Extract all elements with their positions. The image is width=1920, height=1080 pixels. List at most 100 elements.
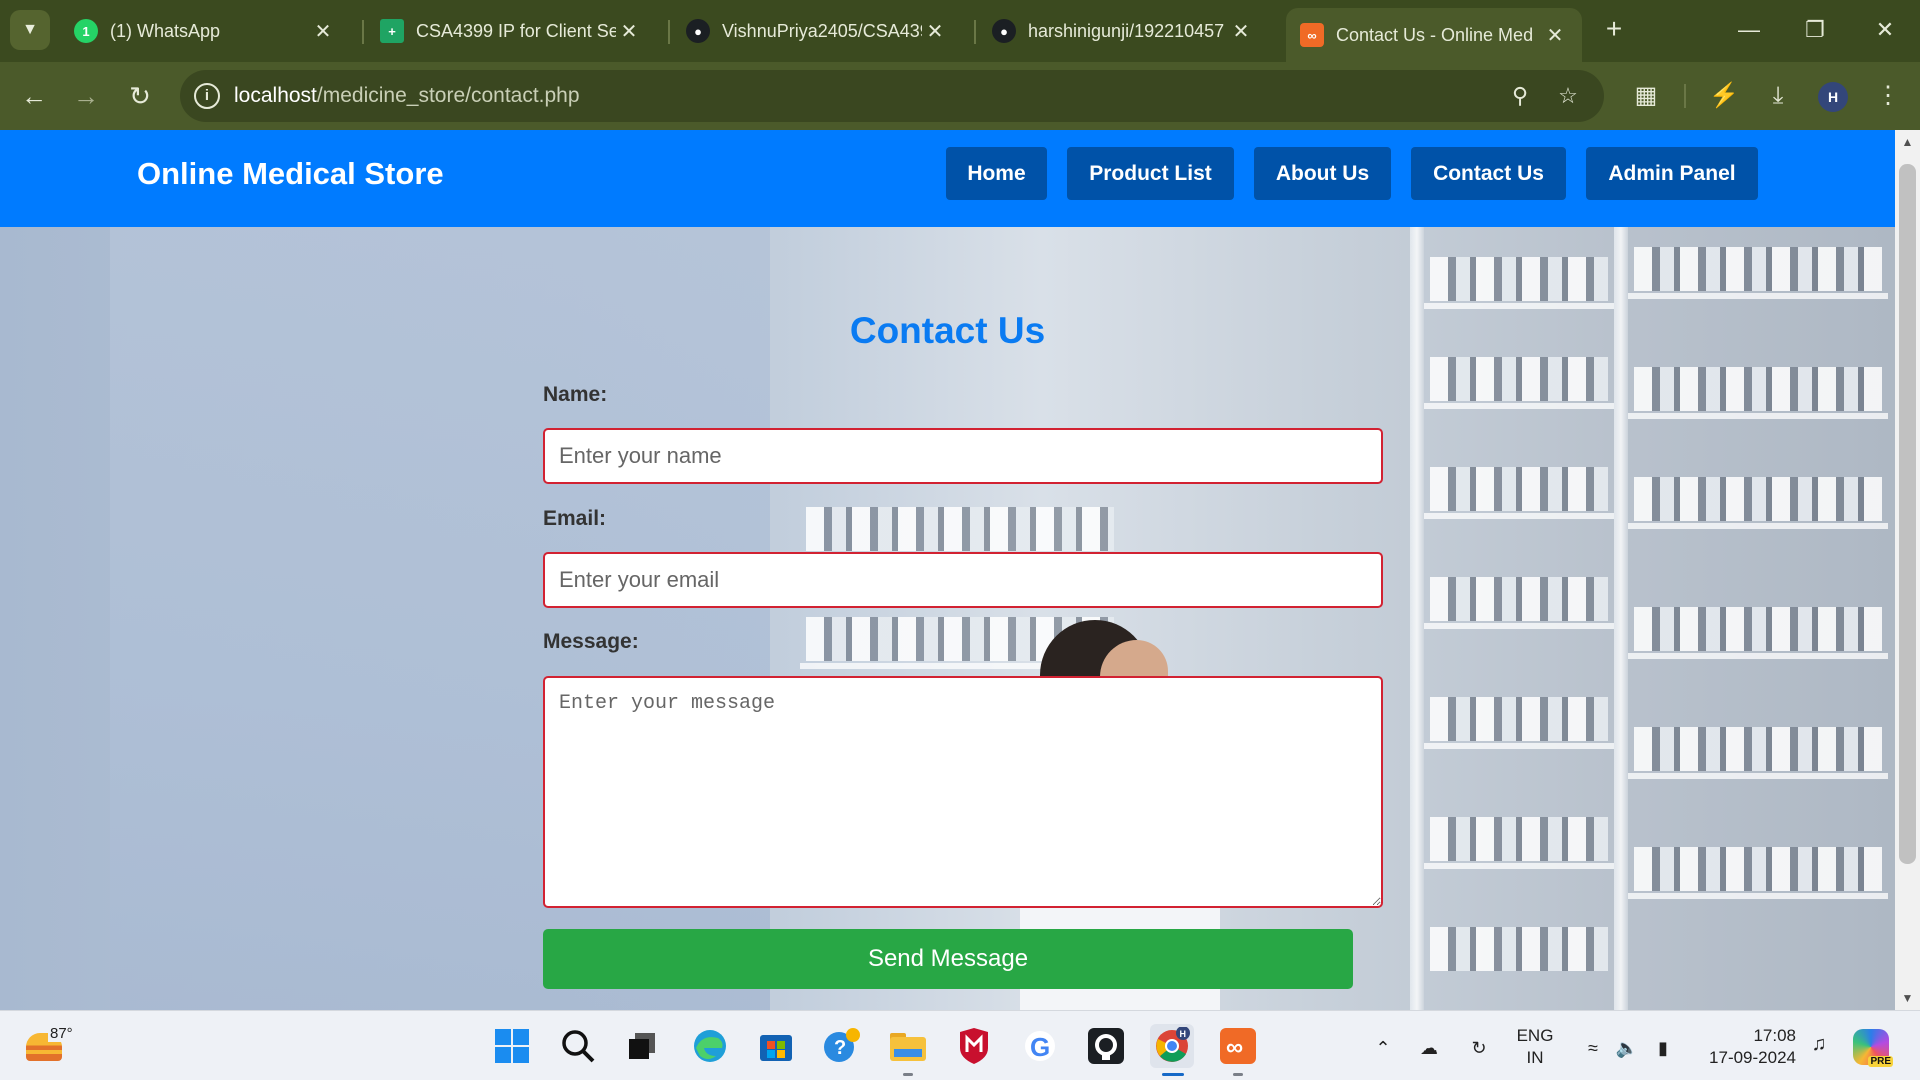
- message-textarea[interactable]: [543, 676, 1383, 908]
- wifi-icon[interactable]: ≈: [1580, 1035, 1606, 1061]
- tab-separator: [362, 20, 364, 44]
- notification-bell-icon[interactable]: ♫: [1806, 1033, 1832, 1059]
- menu-kebab-icon[interactable]: ⋮: [1868, 76, 1908, 116]
- nav-about-us-button[interactable]: About Us: [1254, 147, 1391, 200]
- system-clock[interactable]: 17:08 17-09-2024: [1696, 1025, 1796, 1069]
- new-tab-plus-icon[interactable]: +: [1598, 14, 1630, 46]
- tab-title: VishnuPriya2405/CSA439: [722, 20, 922, 41]
- whatsapp-icon: 1: [74, 19, 98, 43]
- github-icon: ●: [992, 19, 1016, 43]
- file-explorer-icon[interactable]: [886, 1024, 930, 1076]
- region-code: IN: [1526, 1048, 1544, 1067]
- extensions-icon[interactable]: ▦: [1626, 76, 1666, 116]
- active-indicator: [1162, 1073, 1184, 1076]
- name-label: Name:: [543, 383, 608, 406]
- weather-temperature: 87°: [48, 1025, 75, 1042]
- close-icon[interactable]: ✕: [310, 19, 336, 44]
- bookmark-star-icon[interactable]: ☆: [1552, 80, 1584, 112]
- tab-title: (1) WhatsApp: [110, 20, 221, 41]
- svg-text:?: ?: [834, 1037, 846, 1059]
- scroll-down-arrow-icon[interactable]: ▼: [1895, 986, 1920, 1010]
- reload-icon[interactable]: ↻: [120, 76, 160, 116]
- edge-icon[interactable]: [688, 1024, 732, 1068]
- windows-taskbar: 87° ? G H ∞ ⌃ ☁ ↻ ENG IN ≈ �: [0, 1010, 1920, 1080]
- copilot-preview-badge: PRE: [1868, 1056, 1893, 1067]
- browser-toolbar: ← → ↻ i localhost/medicine_store/contact…: [0, 62, 1920, 130]
- tab-contact-us[interactable]: ∞ Contact Us - Online Med ✕: [1286, 8, 1582, 62]
- minimize-icon[interactable]: —: [1722, 8, 1776, 52]
- page-scrollbar[interactable]: ▲ ▼: [1895, 130, 1920, 1010]
- nav-admin-panel-button[interactable]: Admin Panel: [1586, 147, 1758, 200]
- url-host: localhost: [234, 84, 317, 107]
- grammarly-icon[interactable]: G: [1018, 1024, 1062, 1068]
- running-indicator: [1233, 1073, 1243, 1076]
- svg-text:G: G: [1030, 1032, 1050, 1062]
- tab-separator: [974, 20, 976, 44]
- weather-widget[interactable]: 87°: [26, 1025, 86, 1069]
- volume-icon[interactable]: 🔈: [1614, 1035, 1640, 1061]
- url-path: /medicine_store/contact.php: [316, 84, 580, 107]
- site-navbar: Online Medical Store Home Product List A…: [0, 130, 1895, 227]
- restore-icon[interactable]: ❐: [1788, 8, 1842, 52]
- browser-tabstrip: ▼ 1 (1) WhatsApp ✕ + CSA4399 IP for Clie…: [0, 0, 1920, 62]
- forward-arrow-icon[interactable]: →: [66, 76, 106, 116]
- profile-avatar[interactable]: H: [1818, 82, 1848, 112]
- svg-text:H: H: [1180, 1029, 1187, 1039]
- mcafee-icon[interactable]: [952, 1024, 996, 1068]
- zoom-icon[interactable]: ⚲: [1504, 80, 1536, 112]
- email-input[interactable]: [543, 552, 1383, 608]
- send-message-button[interactable]: Send Message: [543, 929, 1353, 989]
- tab-whatsapp[interactable]: 1 (1) WhatsApp ✕: [60, 8, 350, 54]
- name-input[interactable]: [543, 428, 1383, 484]
- download-icon[interactable]: ⤓: [1758, 76, 1798, 116]
- site-info-icon[interactable]: i: [194, 83, 220, 109]
- email-label: Email:: [543, 507, 607, 530]
- scroll-up-arrow-icon[interactable]: ▲: [1895, 130, 1920, 154]
- sync-icon[interactable]: ↻: [1466, 1035, 1492, 1061]
- nav-product-list-button[interactable]: Product List: [1067, 147, 1234, 200]
- tray-chevron-up-icon[interactable]: ⌃: [1370, 1035, 1396, 1061]
- close-icon[interactable]: ✕: [1228, 19, 1254, 44]
- close-icon[interactable]: ✕: [1542, 23, 1568, 48]
- back-arrow-icon[interactable]: ←: [14, 76, 54, 116]
- tab-title: harshinigunji/192210457: [1028, 20, 1225, 41]
- xampp-icon: ∞: [1300, 23, 1324, 47]
- nav-contact-us-button[interactable]: Contact Us: [1411, 147, 1566, 200]
- window-close-icon[interactable]: ✕: [1858, 8, 1912, 52]
- tab-title: Contact Us - Online Med: [1336, 24, 1534, 45]
- onedrive-cloud-icon[interactable]: ☁: [1416, 1035, 1442, 1061]
- message-label: Message:: [543, 630, 639, 653]
- start-icon[interactable]: [490, 1024, 534, 1068]
- clock-date: 17-09-2024: [1709, 1048, 1796, 1067]
- task-view-icon[interactable]: [620, 1024, 664, 1068]
- tab-google-sheets[interactable]: + CSA4399 IP for Client Ser ✕: [366, 8, 656, 54]
- language-code: ENG: [1516, 1026, 1554, 1045]
- battery-icon[interactable]: ▮: [1650, 1035, 1676, 1061]
- xampp-icon[interactable]: ∞: [1216, 1024, 1260, 1076]
- performance-icon[interactable]: ⚡: [1704, 76, 1744, 116]
- tab-separator: [668, 20, 670, 44]
- address-bar[interactable]: i localhost/medicine_store/contact.php ⚲…: [180, 70, 1604, 122]
- tab-search-chevron-icon[interactable]: ▼: [10, 10, 50, 50]
- tab-github-harshini[interactable]: ● harshinigunji/192210457 ✕: [978, 8, 1268, 54]
- copilot-icon[interactable]: PRE: [1853, 1029, 1893, 1067]
- clock-time: 17:08: [1753, 1026, 1796, 1045]
- chrome-icon[interactable]: H: [1150, 1024, 1194, 1076]
- running-indicator: [903, 1073, 913, 1076]
- help-icon[interactable]: ?: [820, 1024, 864, 1068]
- search-icon[interactable]: [556, 1024, 600, 1068]
- github-desktop-icon[interactable]: [1084, 1024, 1128, 1068]
- language-indicator[interactable]: ENG IN: [1515, 1025, 1555, 1069]
- github-icon: ●: [686, 19, 710, 43]
- google-sheets-icon: +: [380, 19, 404, 43]
- scrollbar-thumb[interactable]: [1899, 164, 1916, 864]
- store-icon[interactable]: [754, 1024, 798, 1068]
- toolbar-divider: [1684, 84, 1686, 108]
- tab-github-vishnupriya[interactable]: ● VishnuPriya2405/CSA439 ✕: [672, 8, 962, 54]
- close-icon[interactable]: ✕: [616, 19, 642, 44]
- page-title: Contact Us: [849, 310, 1046, 351]
- url-text[interactable]: localhost/medicine_store/contact.php: [234, 84, 580, 108]
- whatsapp-badge: 1: [82, 23, 90, 39]
- close-icon[interactable]: ✕: [922, 19, 948, 44]
- nav-home-button[interactable]: Home: [946, 147, 1047, 200]
